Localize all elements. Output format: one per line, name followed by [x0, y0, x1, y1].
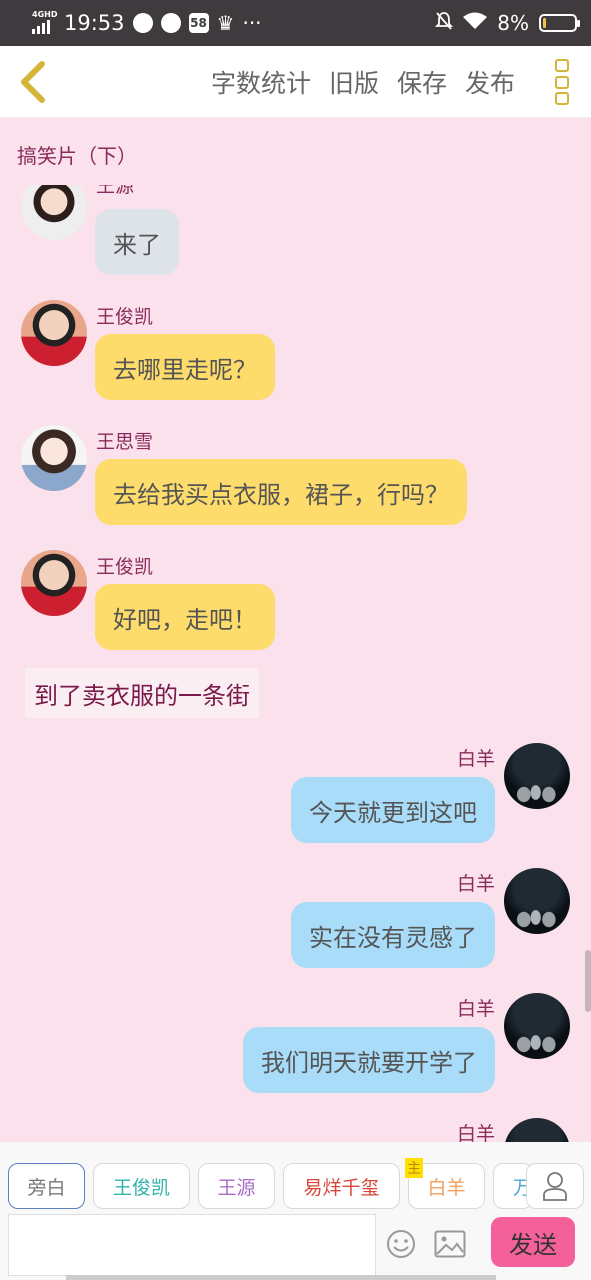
message-bubble[interactable]: 好吧，走吧！ — [95, 584, 275, 650]
avatar-baiyang[interactable] — [504, 993, 570, 1059]
battery-icon — [539, 14, 580, 32]
composer-panel: 旁白 王俊凯 王源 易烊千玺 主白羊 万 发送 — [0, 1142, 591, 1280]
more-notifications: ··· — [242, 11, 262, 35]
manage-roles-button[interactable] — [526, 1163, 584, 1209]
host-badge: 主 — [405, 1158, 423, 1178]
crown-icon: ♛ — [216, 11, 235, 35]
role-label: 王源 — [217, 1176, 256, 1199]
publish-button[interactable]: 发布 — [465, 64, 515, 100]
word-count-button[interactable]: 字数统计 — [211, 64, 311, 100]
role-wangjunkai[interactable]: 王俊凯 — [93, 1163, 190, 1209]
more-menu-button[interactable] — [555, 59, 571, 105]
narration-block[interactable]: 到了卖衣服的一条街 — [25, 668, 259, 718]
message-list[interactable]: 王源 来了 王俊凯 去哪里走呢？ 王思雪 去给我买点衣服，裙子，行吗？ 王俊凯 … — [0, 185, 591, 1142]
message-bubble[interactable]: 来了 — [95, 209, 179, 275]
sender-name: 白羊 — [456, 873, 495, 895]
sender-name: 白羊 — [456, 748, 495, 770]
notification-icon — [132, 13, 153, 33]
app-icon — [160, 13, 181, 33]
save-button[interactable]: 保存 — [397, 64, 447, 100]
role-label: 白羊 — [427, 1176, 466, 1199]
gesture-bar — [66, 1275, 496, 1280]
message-input[interactable] — [8, 1214, 376, 1276]
signal-icon: 4GHD — [32, 10, 58, 36]
avatar-baiyang[interactable] — [504, 868, 570, 934]
clock: 19:53 — [64, 11, 125, 35]
avatar-wangjunkai[interactable] — [21, 300, 87, 366]
wifi-icon — [463, 11, 488, 35]
role-wangyuan[interactable]: 王源 — [198, 1163, 275, 1209]
message-bubble[interactable]: 实在没有灵感了 — [291, 902, 495, 968]
smiley-icon — [387, 1230, 415, 1258]
image-icon — [434, 1230, 466, 1258]
avatar-wangsixue[interactable] — [21, 425, 87, 491]
message-text: 好吧，走吧！ — [113, 605, 257, 634]
story-title: 搞笑片（下） — [17, 144, 137, 168]
scrollbar[interactable] — [585, 950, 591, 1012]
role-label: 易烊千玺 — [303, 1176, 380, 1199]
role-selector: 旁白 王俊凯 王源 易烊千玺 主白羊 万 — [8, 1158, 533, 1209]
emoji-button[interactable] — [385, 1228, 417, 1260]
avatar-wangjunkai[interactable] — [21, 550, 87, 616]
mute-icon — [435, 11, 454, 36]
narration-text: 到了卖衣服的一条街 — [34, 681, 250, 710]
role-label: 王俊凯 — [112, 1176, 170, 1199]
role-baiyang[interactable]: 主白羊 — [405, 1158, 485, 1209]
sender-name: 王源 — [96, 185, 135, 197]
image-button[interactable] — [434, 1230, 466, 1258]
message-bubble[interactable]: 今天就更到这吧 — [291, 777, 495, 843]
role-label: 旁白 — [27, 1176, 66, 1199]
sender-name: 王思雪 — [96, 431, 154, 453]
person-icon — [543, 1172, 567, 1201]
message-text: 去给我买点衣服，裙子，行吗？ — [113, 480, 449, 509]
sender-name: 王俊凯 — [96, 556, 154, 578]
message-text: 今天就更到这吧 — [309, 798, 477, 827]
avatar-baiyang[interactable] — [504, 1118, 570, 1142]
sender-name: 白羊 — [456, 998, 495, 1020]
message-text: 我们明天就要开学了 — [261, 1048, 477, 1077]
sender-name: 白羊 — [456, 1123, 495, 1142]
avatar-baiyang[interactable] — [504, 743, 570, 809]
role-narrator[interactable]: 旁白 — [8, 1163, 85, 1209]
message-bubble[interactable]: 去哪里走呢？ — [95, 334, 275, 400]
battery-percent: 8% — [497, 11, 529, 35]
more-vertical-icon — [555, 59, 569, 72]
app-58-icon: 58 — [188, 13, 209, 33]
message-text: 去哪里走呢？ — [113, 355, 257, 384]
message-text: 实在没有灵感了 — [309, 923, 477, 952]
message-text: 来了 — [113, 230, 161, 259]
back-button[interactable] — [16, 60, 50, 104]
old-version-button[interactable]: 旧版 — [329, 64, 379, 100]
avatar-wangyuan[interactable] — [21, 185, 87, 240]
chevron-left-icon — [21, 61, 45, 103]
sender-name: 王俊凯 — [96, 306, 154, 328]
message-bubble[interactable]: 我们明天就要开学了 — [243, 1027, 495, 1093]
send-button[interactable]: 发送 — [491, 1217, 575, 1267]
network-type: 4GHD — [32, 10, 58, 19]
role-yiyangqianxi[interactable]: 易烊千玺 — [283, 1163, 400, 1209]
editor-toolbar: 字数统计 旧版 保存 发布 — [0, 46, 591, 118]
status-bar: 4GHD 19:53 58 ♛ ··· 8% — [0, 0, 591, 46]
message-bubble[interactable]: 去给我买点衣服，裙子，行吗？ — [95, 459, 467, 525]
